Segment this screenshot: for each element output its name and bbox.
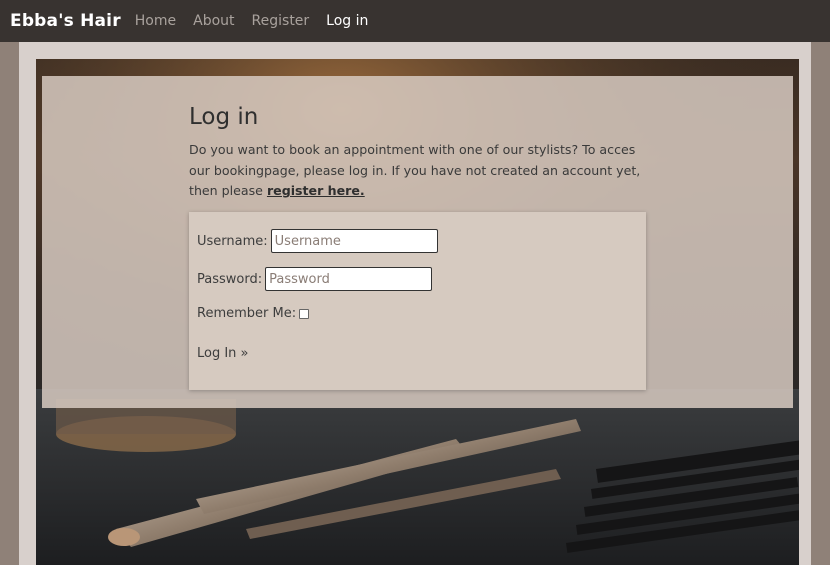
- remember-checkbox[interactable]: [299, 308, 310, 319]
- username-label: Username:: [197, 233, 268, 249]
- login-button[interactable]: Log In »: [197, 346, 249, 361]
- login-intro-text: Do you want to book an appointment with …: [189, 140, 645, 202]
- login-form: Username: Password: Remember Me: Log In …: [189, 212, 646, 390]
- password-label: Password:: [197, 271, 263, 287]
- password-input[interactable]: [265, 267, 433, 291]
- register-link[interactable]: register here.: [267, 183, 365, 198]
- password-row: Password:: [197, 267, 433, 291]
- username-row: Username:: [197, 229, 438, 253]
- top-navbar: Ebba's Hair Home About Register Log in: [0, 0, 830, 42]
- brand-logo[interactable]: Ebba's Hair: [10, 11, 121, 31]
- page-title: Log in: [189, 104, 259, 130]
- intro-text: Do you want to book an appointment with …: [189, 142, 641, 198]
- remember-row: Remember Me:: [197, 306, 310, 321]
- nav-link-home[interactable]: Home: [135, 13, 176, 29]
- username-input[interactable]: [270, 229, 438, 253]
- nav-link-register[interactable]: Register: [252, 13, 310, 29]
- remember-label: Remember Me:: [197, 306, 297, 321]
- nav-link-about[interactable]: About: [193, 13, 234, 29]
- nav-link-login[interactable]: Log in: [326, 13, 368, 29]
